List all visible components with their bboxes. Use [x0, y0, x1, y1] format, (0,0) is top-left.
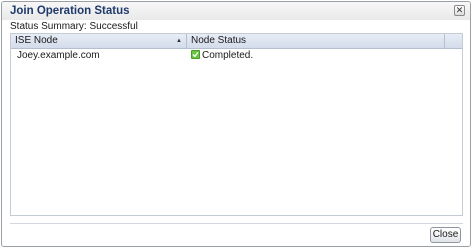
check-icon [191, 50, 200, 59]
sort-ascending-icon: ▲ [176, 38, 182, 44]
status-summary: Status Summary: Successful [10, 21, 138, 32]
node-status-cell: Completed. [191, 49, 253, 63]
table-header: ISE Node ▲ Node Status [11, 34, 462, 49]
ise-node-cell: Joey.example.com [17, 50, 100, 61]
column-header-ise-node[interactable]: ISE Node ▲ [11, 34, 187, 48]
column-header-spacer [445, 34, 463, 48]
title-bar: Join Operation Status ✕ [2, 2, 470, 20]
close-icon[interactable]: ✕ [454, 5, 465, 16]
table-row[interactable]: Joey.example.com Completed. [11, 49, 445, 63]
node-status-text: Completed. [202, 50, 254, 61]
column-header-label: ISE Node [15, 35, 58, 46]
dialog-title: Join Operation Status [10, 5, 130, 17]
join-status-dialog: Join Operation Status ✕ Status Summary: … [1, 1, 471, 247]
status-table: ISE Node ▲ Node Status Joey.example.com … [10, 33, 463, 216]
close-button[interactable]: Close [430, 227, 461, 243]
column-header-label: Node Status [191, 35, 247, 46]
column-header-node-status[interactable]: Node Status [187, 34, 445, 48]
footer-divider [10, 223, 463, 224]
